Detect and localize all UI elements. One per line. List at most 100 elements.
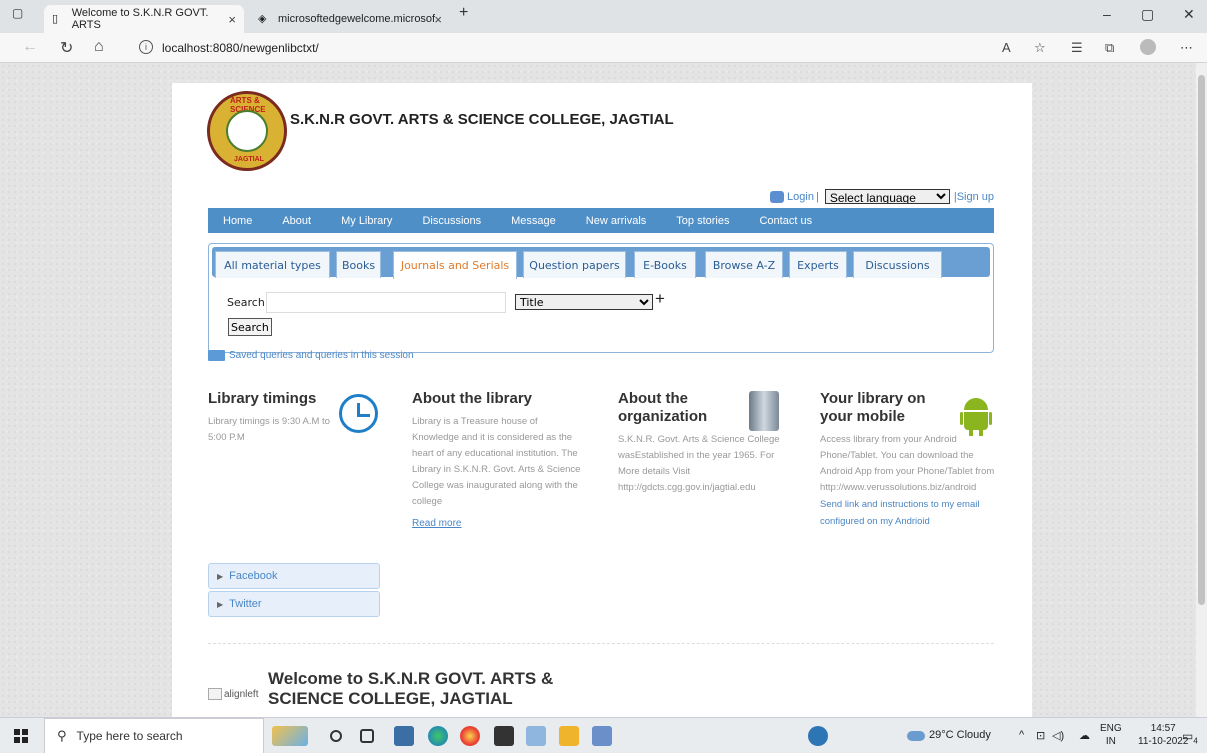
search-label: Search [227, 296, 265, 309]
terminal-icon[interactable] [494, 726, 514, 746]
facebook-label: Facebook [229, 570, 278, 582]
taskbar-clock[interactable]: 14:57 11-10-2022 [1138, 722, 1188, 748]
page-content: ARTS & SCIENCE JAGTIAL S.K.N.R GOVT. ART… [172, 83, 1032, 717]
signup-link[interactable]: Sign up [957, 191, 994, 203]
scrollbar-thumb[interactable] [1198, 75, 1205, 605]
tab-experts[interactable]: Experts [789, 251, 847, 278]
windows-start-icon[interactable] [14, 729, 28, 743]
menu-top-stories[interactable]: Top stories [661, 215, 744, 227]
url-field[interactable]: localhost:8080/newgenlibctxt/ [162, 41, 319, 55]
language-select[interactable]: Select language [824, 189, 950, 204]
info-icon[interactable]: i [139, 40, 153, 54]
task-view-icon[interactable] [360, 729, 374, 743]
lock-icon [770, 190, 785, 203]
cortana-icon[interactable] [330, 730, 342, 742]
saved-queries-label: Saved queries and queries in this sessio… [229, 350, 414, 361]
back-icon[interactable]: ← [22, 38, 38, 56]
close-tab-icon[interactable]: × [228, 12, 236, 27]
search-icon: ⚲ [57, 728, 67, 743]
favorites-icon[interactable]: ☰ [1071, 40, 1083, 56]
folder-icon [208, 350, 225, 361]
tab-title: Welcome to S.K.N.R GOVT. ARTS [71, 7, 209, 31]
windows-taskbar: ⚲ Type here to search 29°C Cloudy ^ ⊡ ◁)… [0, 717, 1207, 753]
menu-message[interactable]: Message [496, 215, 571, 227]
welcome-image: alignleft [208, 688, 258, 700]
about-organization-title: About the organization [618, 390, 708, 425]
notification-icon[interactable]: ▭4 [1182, 729, 1198, 745]
notes-icon[interactable] [592, 726, 612, 746]
lang-bottom: IN [1105, 736, 1116, 747]
volume-icon[interactable]: ◁) [1052, 729, 1064, 742]
menu-about[interactable]: About [267, 215, 326, 227]
tab-question-papers[interactable]: Question papers [523, 251, 626, 278]
taskbar-search[interactable]: ⚲ Type here to search [44, 718, 264, 753]
onedrive-icon[interactable]: ☁ [1079, 729, 1090, 742]
home-icon[interactable]: ⌂ [94, 38, 104, 56]
tab-ebooks[interactable]: E-Books [634, 251, 696, 278]
tab-title: microsoftedgewelcome.microsof [278, 13, 436, 25]
read-more-link[interactable]: Read more [412, 518, 461, 529]
arrow-right-icon: ▶ [217, 599, 224, 609]
tab-all-material-types[interactable]: All material types [215, 251, 330, 278]
clock-date: 11-10-2022 [1138, 736, 1189, 747]
store-icon[interactable] [394, 726, 414, 746]
facebook-link[interactable]: ▶ Facebook [208, 563, 380, 589]
help-icon[interactable] [808, 726, 828, 746]
mobile-text: Access library from your Android Phone/T… [820, 434, 995, 493]
refresh-icon[interactable]: ↻ [60, 38, 73, 58]
add-favorite-icon[interactable]: ☆ [1034, 40, 1046, 56]
tab-books[interactable]: Books [336, 251, 381, 278]
weather-text[interactable]: 29°C Cloudy [929, 729, 991, 741]
login-link[interactable]: Login [787, 191, 814, 203]
network-icon[interactable]: ⊡ [1036, 729, 1045, 742]
library-timings-text: Library timings is 9:30 A.M to 5:00 P.M [208, 416, 330, 443]
tab-discussions[interactable]: Discussions [853, 251, 942, 278]
search-input[interactable] [266, 292, 506, 313]
menu-contact-us[interactable]: Contact us [744, 215, 827, 227]
new-tab-button[interactable]: + [459, 4, 468, 22]
edge-icon[interactable] [428, 726, 448, 746]
search-panel: All material types Books Journals and Se… [208, 243, 994, 353]
input-language[interactable]: ENG IN [1100, 722, 1122, 748]
read-aloud-icon[interactable]: A [1002, 40, 1011, 55]
minimize-button[interactable]: – [1103, 6, 1111, 22]
menu-new-arrivals[interactable]: New arrivals [571, 215, 662, 227]
close-window-button[interactable]: ✕ [1183, 6, 1195, 23]
tab-journals-and-serials[interactable]: Journals and Serials [393, 251, 517, 279]
address-bar: ← ↻ ⌂ i localhost:8080/newgenlibctxt/ A … [0, 33, 1207, 63]
add-criteria-button[interactable]: + [655, 289, 665, 309]
saved-queries-link[interactable]: Saved queries and queries in this sessio… [208, 350, 414, 361]
tab-actions-icon[interactable]: ▢ [12, 6, 23, 20]
send-link-instructions[interactable]: Send link and instructions to my email c… [820, 499, 979, 527]
main-menu: Home About My Library Discussions Messag… [208, 208, 994, 233]
page-icon: ▯ [52, 13, 59, 25]
notification-count: 4 [1193, 736, 1198, 746]
search-field-select[interactable]: Title [515, 294, 653, 310]
tray-expand-icon[interactable]: ^ [1019, 729, 1024, 741]
tab-welcome[interactable]: ▯ Welcome to S.K.N.R GOVT. ARTS × [44, 5, 244, 33]
lang-top: ENG [1100, 723, 1122, 734]
server-icon [749, 391, 779, 431]
collections-icon[interactable]: ⧉ [1105, 40, 1114, 56]
site-title: S.K.N.R GOVT. ARTS & SCIENCE COLLEGE, JA… [290, 111, 674, 128]
chrome-icon[interactable] [460, 726, 480, 746]
more-options-icon[interactable]: ⋯ [1180, 40, 1193, 56]
widgets-icon[interactable] [272, 726, 308, 746]
file-explorer-icon[interactable] [559, 726, 579, 746]
about-library-text: Library is a Treasure house of Knowledge… [412, 416, 581, 507]
tab-edge-welcome[interactable]: ◈ microsoftedgewelcome.microsof × [250, 5, 450, 33]
app-icon[interactable] [526, 726, 546, 746]
profile-avatar[interactable] [1140, 39, 1156, 55]
about-organization-text: S.K.N.R. Govt. Arts & Science College wa… [618, 434, 780, 493]
alarm-clock-icon [339, 394, 378, 433]
page-scrollbar[interactable] [1196, 63, 1207, 717]
menu-discussions[interactable]: Discussions [407, 215, 496, 227]
college-logo: ARTS & SCIENCE JAGTIAL [207, 91, 287, 171]
menu-my-library[interactable]: My Library [326, 215, 407, 227]
close-tab-icon[interactable]: × [434, 12, 442, 27]
tab-browse-a-z[interactable]: Browse A-Z [705, 251, 783, 278]
restore-button[interactable]: ▢ [1141, 6, 1154, 23]
menu-home[interactable]: Home [208, 215, 267, 227]
twitter-link[interactable]: ▶ Twitter [208, 591, 380, 617]
search-button[interactable]: Search [228, 318, 272, 336]
